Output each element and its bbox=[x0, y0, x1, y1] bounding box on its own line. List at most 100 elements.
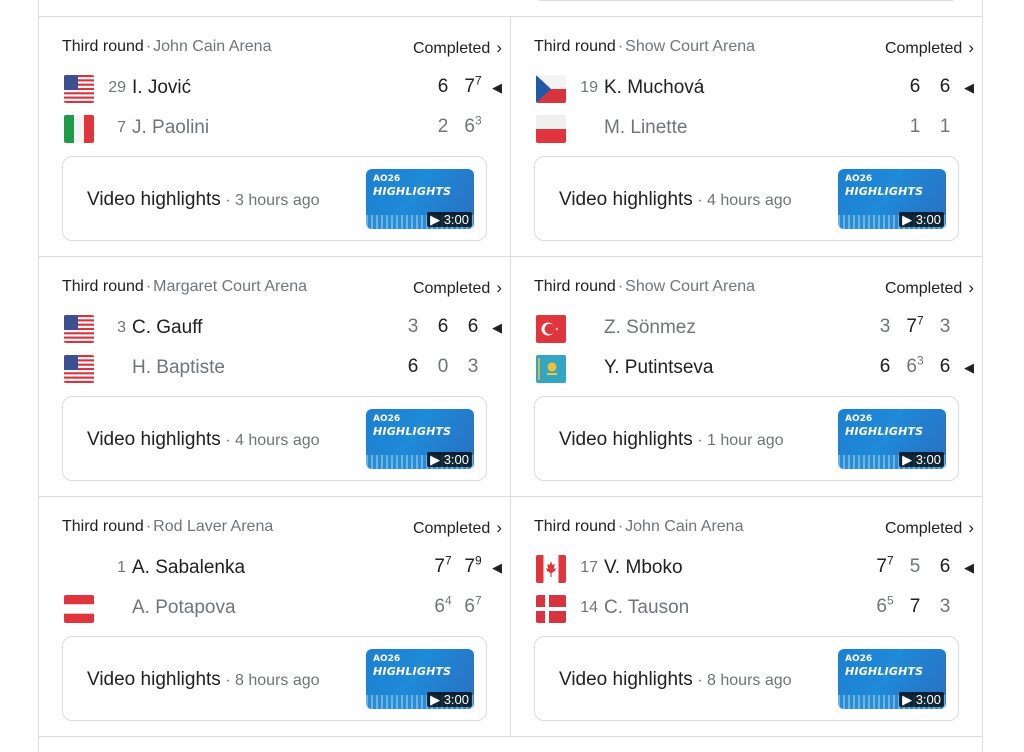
set-score: 63 bbox=[900, 353, 930, 378]
video-thumbnail[interactable]: AO26 HIGHLIGHTS ▶ 3:00 bbox=[366, 649, 474, 709]
round-label: Third round bbox=[62, 38, 144, 55]
separator-dot: · bbox=[145, 38, 152, 55]
match-status-link[interactable]: Completed › bbox=[413, 278, 502, 298]
match-card[interactable]: Third round · Show Court Arena Completed › Z.… bbox=[510, 256, 982, 496]
seed-number: 7 bbox=[117, 119, 126, 136]
set-games: 6 bbox=[464, 116, 475, 137]
player-row: H. Baptiste 6 0 3 bbox=[62, 352, 510, 384]
set-score: 3 bbox=[930, 316, 960, 338]
match-card[interactable]: Third round · John Cain Arena Completed › 29 I… bbox=[38, 16, 510, 256]
video-thumbnail[interactable]: AO26 HIGHLIGHTS ▶ 3:00 bbox=[366, 169, 474, 229]
set-games: 6 bbox=[434, 596, 445, 617]
video-duration: ▶ 3:00 bbox=[899, 452, 944, 467]
status-label: Completed bbox=[412, 520, 491, 537]
tiebreak-score: 3 bbox=[916, 353, 924, 368]
video-highlights-card[interactable]: Video highlights · 8 hours ago AO26 HIGHLI… bbox=[534, 636, 959, 721]
set-scores: 11 bbox=[900, 116, 974, 138]
player-row: 19 K. Muchová 6 6 ◀ bbox=[534, 72, 982, 104]
match-status-link[interactable]: Completed › bbox=[885, 518, 974, 538]
round-label: Third round bbox=[62, 278, 144, 295]
match-status-link[interactable]: Completed › bbox=[885, 278, 974, 298]
set-games: 7 bbox=[909, 596, 921, 617]
winner-marker-icon: ◀ bbox=[964, 360, 974, 375]
chevron-right-icon: › bbox=[496, 518, 502, 537]
venue-label: Show Court Arena bbox=[625, 38, 756, 55]
video-title: Video highlights · 3 hours ago bbox=[87, 189, 320, 210]
video-label: Video highlights bbox=[559, 429, 693, 450]
video-duration: ▶ 3:00 bbox=[899, 212, 944, 227]
play-icon: ▶ bbox=[430, 212, 444, 227]
video-title: Video highlights · 1 hour ago bbox=[559, 429, 784, 450]
set-games: 6 bbox=[437, 76, 449, 97]
match-status-link[interactable]: Completed › bbox=[885, 38, 974, 58]
set-score: 0 bbox=[428, 356, 458, 378]
match-card[interactable]: Third round · Rod Laver Arena Completed › 1 A.… bbox=[38, 496, 510, 736]
video-highlights-card[interactable]: Video highlights · 4 hours ago AO26 HIGHLI… bbox=[62, 396, 487, 481]
chevron-right-icon: › bbox=[968, 278, 974, 297]
status-label: Completed bbox=[884, 280, 963, 297]
set-score: 77 bbox=[458, 73, 488, 98]
set-score: 77 bbox=[428, 553, 458, 578]
set-score: 2 bbox=[428, 116, 458, 138]
status-label: Completed bbox=[412, 280, 491, 297]
winner-marker-icon bbox=[960, 116, 974, 120]
match-header: Third round · Margaret Court Arena Complete… bbox=[62, 278, 502, 298]
video-highlights-card[interactable]: Video highlights · 8 hours ago AO26 HIGHLI… bbox=[62, 636, 487, 721]
tiebreak-score: 7 bbox=[886, 553, 894, 568]
play-icon: ▶ bbox=[902, 452, 916, 467]
match-card[interactable]: Third round · John Cain Arena Completed › 17 V… bbox=[510, 496, 982, 736]
set-score: 3 bbox=[398, 316, 428, 338]
set-games: 7 bbox=[434, 556, 445, 577]
seed-number: 19 bbox=[580, 79, 598, 96]
set-scores: 3 6 6 ◀ bbox=[398, 316, 502, 338]
set-score: 3 bbox=[870, 316, 900, 338]
tiebreak-score: 7 bbox=[444, 553, 452, 568]
video-time: 4 hours ago bbox=[707, 192, 792, 209]
player-row: A. Potapova 64 67 bbox=[62, 592, 510, 624]
winner-marker-icon bbox=[960, 596, 974, 600]
chevron-right-icon: › bbox=[496, 278, 502, 297]
match-header: Third round · Rod Laver Arena Completed › bbox=[62, 518, 502, 538]
set-scores: 3 77 3 bbox=[870, 315, 974, 338]
set-score: 3 bbox=[458, 356, 488, 378]
video-highlights-card[interactable]: Video highlights · 3 hours ago AO26 HIGHLI… bbox=[62, 156, 487, 241]
video-thumbnail[interactable]: AO26 HIGHLIGHTS ▶ 3:00 bbox=[838, 649, 946, 709]
player-name: I. Jović bbox=[132, 77, 192, 98]
duration-text: 3:00 bbox=[915, 452, 941, 467]
winner-marker-icon: ◀ bbox=[492, 320, 502, 335]
match-card[interactable]: Third round · Show Court Arena Completed › 19… bbox=[510, 16, 982, 256]
play-icon: ▶ bbox=[902, 212, 916, 227]
video-thumbnail[interactable]: AO26 HIGHLIGHTS ▶ 3:00 bbox=[838, 409, 946, 469]
set-score: 6 bbox=[458, 316, 488, 338]
match-status-link[interactable]: Completed › bbox=[413, 518, 502, 538]
set-games: 6 bbox=[909, 76, 921, 97]
set-games: 6 bbox=[939, 356, 951, 377]
separator-dot: · bbox=[617, 278, 624, 295]
match-header: Third round · John Cain Arena Completed › bbox=[62, 38, 502, 58]
tiebreak-score: 7 bbox=[474, 73, 482, 88]
player-name: J. Paolini bbox=[132, 117, 210, 138]
match-status-link[interactable]: Completed › bbox=[413, 38, 502, 58]
player-name: Y. Putintseva bbox=[604, 357, 714, 378]
video-thumbnail[interactable]: AO26 HIGHLIGHTS ▶ 3:00 bbox=[366, 409, 474, 469]
video-highlights-card[interactable]: Video highlights · 1 hour ago AO26 HIGHLIG… bbox=[534, 396, 959, 481]
set-score: 65 bbox=[870, 595, 900, 618]
player-name: A. Potapova bbox=[132, 597, 236, 618]
set-games: 6 bbox=[906, 356, 917, 377]
set-games: 5 bbox=[909, 556, 921, 577]
set-score: 6 bbox=[428, 316, 458, 338]
video-duration: ▶ 3:00 bbox=[427, 452, 472, 467]
video-highlights-card[interactable]: Video highlights · 4 hours ago AO26 HIGHLI… bbox=[534, 156, 959, 241]
set-games: 6 bbox=[876, 596, 887, 617]
set-score: 6 bbox=[930, 556, 960, 578]
winner-marker-icon: ◀ bbox=[492, 560, 502, 575]
match-header: Third round · Show Court Arena Completed › bbox=[534, 278, 974, 298]
duration-text: 3:00 bbox=[443, 452, 469, 467]
set-scores: 65 7 3 bbox=[870, 595, 974, 618]
video-thumbnail[interactable]: AO26 HIGHLIGHTS ▶ 3:00 bbox=[838, 169, 946, 229]
player-name: A. Sabalenka bbox=[132, 557, 246, 578]
match-card[interactable]: Third round · Margaret Court Arena Complete… bbox=[38, 256, 510, 496]
status-label: Completed bbox=[412, 40, 491, 57]
chevron-right-icon: › bbox=[968, 518, 974, 537]
seed-number: 14 bbox=[580, 599, 598, 616]
